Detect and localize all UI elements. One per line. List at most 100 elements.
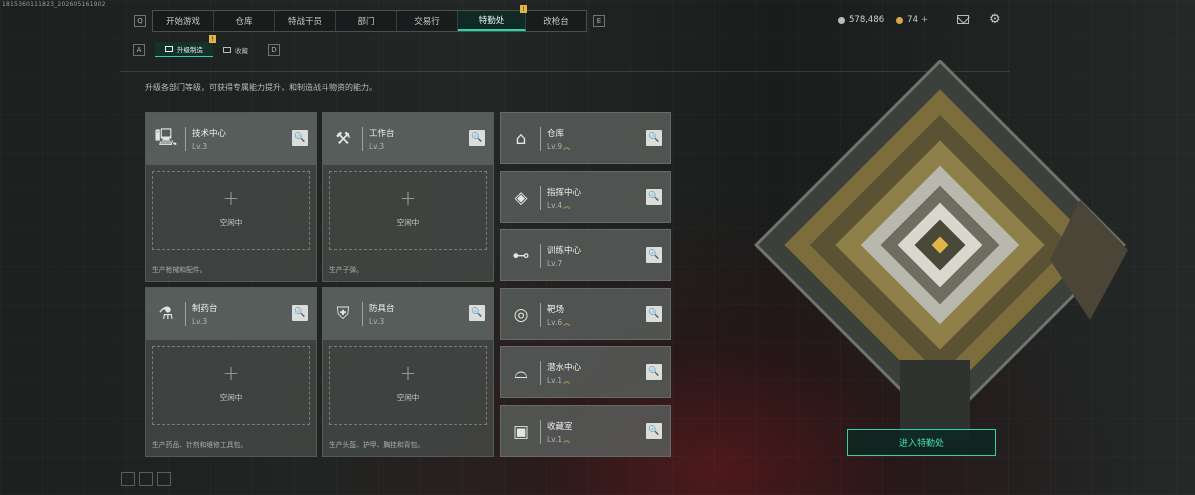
search-icon[interactable]: 🔍 bbox=[292, 130, 308, 146]
card-footer: 生产头盔、护甲、胸挂和背包。 bbox=[329, 441, 425, 449]
facility-card-collection-room[interactable]: ▣ 收藏室 Lv.1︽ 🔍 bbox=[500, 405, 671, 457]
facility-title: 潜水中心 bbox=[547, 363, 582, 373]
slot-status: 空闲中 bbox=[219, 393, 243, 402]
facility-card-command-center[interactable]: ◈ 指挥中心 Lv.4︽ 🔍 bbox=[500, 171, 671, 223]
upgrade-arrow-icon: ︽ bbox=[563, 143, 571, 151]
workstation-card-workbench[interactable]: ⚒ 工作台 Lv.3 🔍 + 空闲中 生产子弹。 bbox=[322, 112, 494, 282]
search-icon[interactable]: 🔍 bbox=[469, 305, 485, 321]
separator bbox=[540, 127, 541, 151]
separator bbox=[540, 186, 541, 210]
facility-card-diving-center[interactable]: ⌓ 潜水中心 Lv.1︽ 🔍 bbox=[500, 346, 671, 398]
facility-card-warehouse[interactable]: ⌂ 仓库 Lv.9︽ 🔍 bbox=[500, 112, 671, 164]
separator bbox=[362, 127, 363, 151]
subtab-upgrade-craft[interactable]: 升级制造 ! bbox=[155, 35, 216, 57]
card-level: Lv.3 bbox=[192, 142, 208, 151]
target-icon: ◎ bbox=[513, 305, 529, 325]
search-icon[interactable]: 🔍 bbox=[646, 423, 662, 439]
subnav-right-key-hint[interactable]: D bbox=[268, 43, 280, 56]
facility-title: 仓库 bbox=[547, 129, 565, 139]
card-footer: 生产枪械和配件。 bbox=[152, 266, 207, 274]
enter-special-ops-button[interactable]: 进入特勤处 bbox=[847, 429, 996, 456]
facility-title: 指挥中心 bbox=[547, 188, 582, 198]
search-icon[interactable]: 🔍 bbox=[646, 130, 662, 146]
tab-special-ops[interactable]: 特勤处 ! bbox=[458, 5, 527, 31]
search-icon[interactable]: 🔍 bbox=[646, 306, 662, 322]
bottom-icon[interactable] bbox=[121, 472, 135, 486]
upgrade-arrow-icon: ︽ bbox=[563, 319, 571, 327]
workstation-card-armor-bench[interactable]: ⛨ 防具台 Lv.3 🔍 + 空闲中 生产头盔、护甲、胸挂和背包。 bbox=[322, 287, 494, 457]
currency-a[interactable]: 578,486 bbox=[838, 15, 884, 25]
production-slot[interactable]: + 空闲中 bbox=[329, 346, 487, 425]
tab-trading[interactable]: 交易行 bbox=[397, 11, 458, 31]
facility-cube-illustration bbox=[754, 60, 1128, 440]
page-description: 升级各部门等级，可获得专属能力提升，和制造战斗物资的能力。 bbox=[145, 83, 377, 92]
card-header: ⚗ 制药台 Lv.3 🔍 bbox=[146, 288, 316, 340]
facility-level: Lv.1︽ bbox=[547, 435, 570, 445]
slot-status: 空闲中 bbox=[396, 218, 420, 227]
level-text: Lv.1 bbox=[547, 376, 563, 385]
build-id: 1815360111823_202605161902 bbox=[2, 1, 106, 8]
facility-title: 训练中心 bbox=[547, 246, 582, 256]
tab-start-game[interactable]: 开始游戏 bbox=[153, 11, 214, 31]
separator bbox=[185, 302, 186, 326]
nav-left-key-hint[interactable]: Q bbox=[134, 15, 146, 27]
card-header: 🖳 技术中心 Lv.3 🔍 bbox=[146, 113, 316, 165]
collection-icon: ▣ bbox=[512, 422, 530, 442]
tools-icon: ⚒ bbox=[335, 129, 351, 149]
card-title: 工作台 bbox=[369, 129, 395, 139]
bottom-icon[interactable] bbox=[139, 472, 153, 486]
card-header: ⛨ 防具台 Lv.3 🔍 bbox=[323, 288, 493, 340]
workstation-card-pharmacy[interactable]: ⚗ 制药台 Lv.3 🔍 + 空闲中 生产药品、针剂和维修工具包。 bbox=[145, 287, 317, 457]
add-currency-button[interactable]: + bbox=[921, 15, 928, 25]
search-icon[interactable]: 🔍 bbox=[292, 305, 308, 321]
currency-bar: 578,486 74 + bbox=[838, 15, 940, 25]
top-nav: Q 开始游戏 仓库 特战干员 部门 交易行 特勤处 ! 改枪台 E bbox=[128, 5, 611, 32]
workstation-card-tech-center[interactable]: 🖳 技术中心 Lv.3 🔍 + 空闲中 生产枪械和配件。 bbox=[145, 112, 317, 282]
gear-icon[interactable]: ⚙ bbox=[989, 12, 1001, 27]
slot-status: 空闲中 bbox=[396, 393, 420, 402]
card-title: 技术中心 bbox=[192, 129, 227, 139]
bottom-icon[interactable] bbox=[157, 472, 171, 486]
separator bbox=[540, 244, 541, 268]
production-slot[interactable]: + 空闲中 bbox=[152, 171, 310, 250]
search-icon[interactable]: 🔍 bbox=[469, 130, 485, 146]
bottom-toolbar bbox=[121, 472, 175, 486]
tab-departments[interactable]: 部门 bbox=[336, 11, 397, 31]
level-text: Lv.4 bbox=[547, 201, 563, 210]
add-icon: + bbox=[222, 361, 240, 385]
currency-b[interactable]: 74 + bbox=[896, 15, 928, 25]
subnav-left-key-hint[interactable]: A bbox=[133, 43, 145, 56]
top-tabs: 开始游戏 仓库 特战干员 部门 交易行 特勤处 ! 改枪台 bbox=[152, 5, 587, 32]
level-text: Lv.7 bbox=[547, 259, 563, 268]
facility-card-shooting-range[interactable]: ◎ 靶场 Lv.6︽ 🔍 bbox=[500, 288, 671, 340]
facility-level: Lv.7 bbox=[547, 259, 562, 268]
facility-level: Lv.9︽ bbox=[547, 142, 570, 152]
microscope-icon: ⚗ bbox=[158, 304, 174, 324]
production-slot[interactable]: + 空闲中 bbox=[152, 346, 310, 425]
facility-card-training-center[interactable]: ⊷ 训练中心 Lv.7 🔍 bbox=[500, 229, 671, 281]
separator bbox=[540, 420, 541, 444]
separator bbox=[185, 127, 186, 151]
tab-gunsmith[interactable]: 改枪台 bbox=[526, 11, 586, 31]
add-icon: + bbox=[399, 361, 417, 385]
mail-icon[interactable] bbox=[957, 15, 969, 24]
subtab-collection-label: 收藏 bbox=[235, 46, 248, 55]
level-text: Lv.9 bbox=[547, 142, 563, 151]
tab-warehouse[interactable]: 仓库 bbox=[214, 11, 275, 31]
subtab-collection[interactable]: 收藏 bbox=[213, 43, 258, 57]
tab-special-ops-label: 特勤处 bbox=[478, 16, 505, 26]
search-icon[interactable]: 🔍 bbox=[646, 364, 662, 380]
gem-icon bbox=[896, 16, 904, 24]
slot-status: 空闲中 bbox=[219, 218, 243, 227]
level-text: Lv.6 bbox=[547, 318, 563, 327]
tab-operators[interactable]: 特战干员 bbox=[275, 11, 336, 31]
nav-right-key-hint[interactable]: E bbox=[593, 15, 605, 27]
currency-b-value: 74 bbox=[907, 15, 918, 25]
search-icon[interactable]: 🔍 bbox=[646, 189, 662, 205]
search-icon[interactable]: 🔍 bbox=[646, 247, 662, 263]
card-header: ⚒ 工作台 Lv.3 🔍 bbox=[323, 113, 493, 165]
production-slot[interactable]: + 空闲中 bbox=[329, 171, 487, 250]
upgrade-arrow-icon: ︽ bbox=[563, 436, 571, 444]
warehouse-icon: ⌂ bbox=[515, 129, 527, 149]
facility-level: Lv.6︽ bbox=[547, 318, 570, 328]
